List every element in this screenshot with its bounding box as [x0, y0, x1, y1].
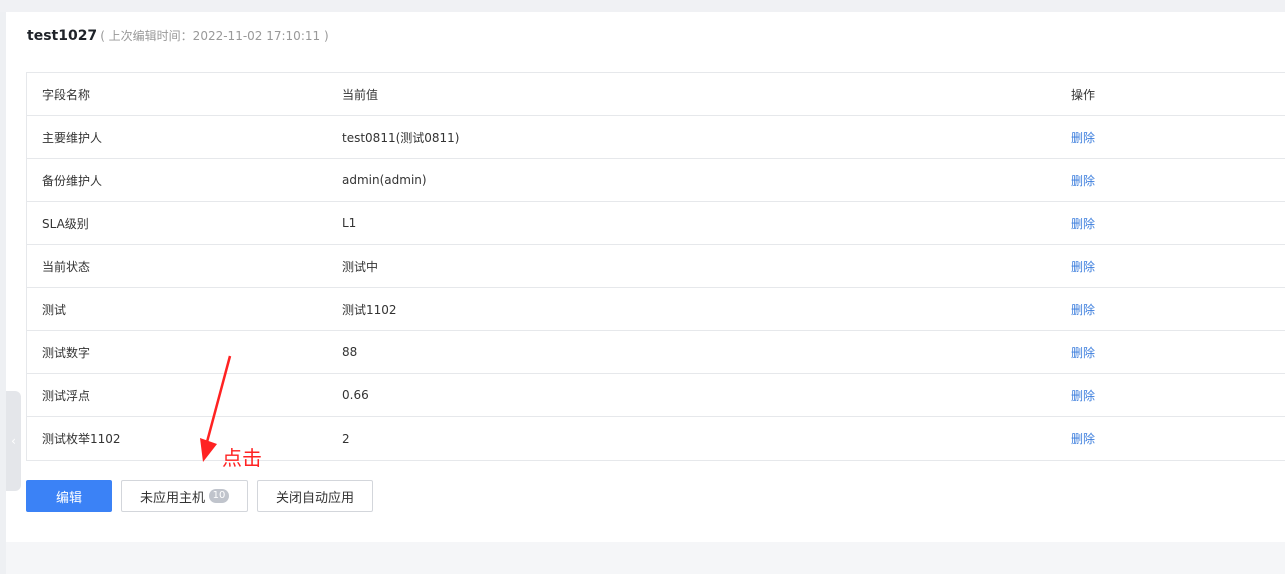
arrow-head: [200, 438, 217, 462]
column-header-field: 字段名称: [42, 87, 91, 102]
field-value: admin(admin): [342, 173, 427, 187]
delete-link[interactable]: 删除: [1071, 389, 1095, 403]
top-bar: [0, 0, 1285, 12]
click-annotation-label: 点击: [222, 446, 262, 470]
delete-link[interactable]: 删除: [1071, 432, 1095, 446]
chevron-left-icon: ‹: [11, 434, 16, 448]
column-header-value: 当前值: [342, 87, 379, 102]
delete-link[interactable]: 删除: [1071, 260, 1095, 274]
field-name: SLA级别: [42, 216, 89, 231]
field-name: 测试枚举1102: [42, 432, 121, 446]
field-value: 2: [342, 431, 350, 446]
sidebar-collapse-handle[interactable]: ‹: [6, 391, 21, 491]
edit-button[interactable]: 编辑: [26, 480, 112, 512]
field-name: 当前状态: [42, 259, 91, 274]
delete-link[interactable]: 删除: [1071, 303, 1095, 317]
table-row: 备份维护人 admin(admin) 删除: [27, 159, 1285, 202]
unapplied-count-badge: 10: [209, 489, 229, 503]
field-name: 备份维护人: [42, 173, 103, 188]
close-auto-apply-button[interactable]: 关闭自动应用: [257, 480, 373, 512]
field-name: 测试浮点: [42, 388, 91, 403]
delete-link[interactable]: 删除: [1071, 346, 1095, 360]
page-header: test1027 ( 上次编辑时间：2022-11-02 17:10:11 ): [27, 27, 329, 47]
field-value: L1: [342, 216, 357, 230]
field-value: test0811(测试0811): [342, 130, 460, 145]
delete-link[interactable]: 删除: [1071, 217, 1095, 231]
field-value: 测试中: [342, 259, 379, 274]
field-name: 测试数字: [42, 345, 91, 360]
field-name: 主要维护人: [42, 130, 103, 145]
table-row: SLA级别 L1 删除: [27, 202, 1285, 245]
field-value: 88: [342, 345, 358, 359]
field-value: 0.66: [342, 388, 369, 402]
arrow-shaft: [205, 355, 232, 443]
table-header: 字段名称 当前值 操作: [27, 73, 1285, 116]
delete-link[interactable]: 删除: [1071, 131, 1095, 145]
field-name: 测试: [42, 302, 67, 317]
unapplied-hosts-button[interactable]: 未应用主机 10: [121, 480, 248, 512]
last-edited-time: ( 上次编辑时间：2022-11-02 17:10:11 ): [100, 29, 329, 43]
unapplied-hosts-label: 未应用主机: [139, 490, 205, 506]
page-title: test1027: [27, 28, 98, 44]
table-row: 主要维护人 test0811(测试0811) 删除: [27, 116, 1285, 159]
table-row: 测试 测试1102 删除: [27, 288, 1285, 331]
column-header-action: 操作: [1071, 87, 1096, 102]
table-row: 当前状态 测试中 删除: [27, 245, 1285, 288]
delete-link[interactable]: 删除: [1071, 174, 1095, 188]
field-value: 测试1102: [342, 302, 397, 317]
